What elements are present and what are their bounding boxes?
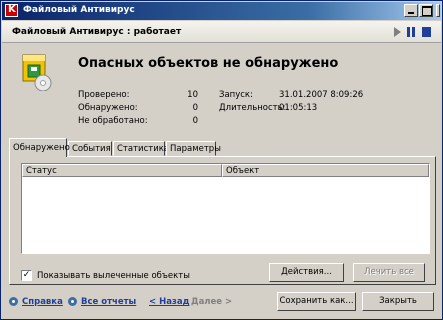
stop-icon[interactable]	[422, 27, 431, 37]
window-title: Файловый Антивирус	[23, 5, 135, 15]
save-as-button[interactable]: Сохранить как...	[277, 292, 356, 311]
start-time-label: Запуск:	[219, 90, 253, 100]
tab-parameters[interactable]: Параметры	[166, 141, 221, 156]
kaspersky-icon: K	[5, 4, 18, 17]
help-link[interactable]: Справка	[22, 297, 63, 307]
stat-unprocessed-label: Не обработано:	[78, 116, 148, 126]
next-link: Далее >	[191, 297, 233, 307]
pause-icon[interactable]	[407, 27, 415, 37]
stat-unprocessed-value: 0	[192, 116, 198, 126]
play-icon[interactable]	[394, 27, 401, 37]
stat-scanned-value: 10	[187, 90, 198, 100]
tab-detected[interactable]: Обнаружено	[9, 138, 70, 157]
stat-detected-value: 0	[192, 103, 198, 113]
file-shield-icon	[22, 54, 52, 91]
actions-button[interactable]: Действия...	[269, 263, 344, 282]
close-window-button[interactable]	[436, 4, 440, 17]
show-cured-label[interactable]: Показывать вылеченные объекты	[37, 271, 190, 281]
detected-objects-list[interactable]: Статус Объект	[21, 163, 430, 254]
task-status-title: Файловый Антивирус : работает	[12, 27, 182, 37]
maximize-button[interactable]	[419, 4, 433, 17]
duration-value: 01:05:13	[279, 103, 318, 113]
all-reports-link[interactable]: Все отчеты	[81, 297, 136, 307]
show-cured-checkbox[interactable]: ✓	[21, 270, 32, 281]
minimize-button[interactable]	[404, 4, 418, 17]
column-header-status[interactable]: Статус	[22, 164, 222, 177]
header-strip: Файловый Антивирус : работает	[2, 21, 441, 43]
help-icon	[9, 297, 18, 306]
duration-label: Длительность:	[219, 103, 286, 113]
tab-events[interactable]: События	[68, 141, 112, 156]
back-link[interactable]: < Назад	[149, 297, 189, 307]
title-bar[interactable]: K Файловый Антивирус	[2, 2, 441, 20]
cure-all-button[interactable]: Лечить все	[353, 263, 425, 282]
stat-scanned-label: Проверено:	[78, 90, 130, 100]
stat-detected-label: Обнаружено:	[78, 103, 138, 113]
close-button[interactable]: Закрыть	[362, 292, 434, 311]
reports-icon	[68, 297, 77, 306]
column-header-object[interactable]: Объект	[222, 164, 429, 177]
detected-tab-panel: Статус Объект ✓ Показывать вылеченные об…	[9, 156, 436, 285]
antivirus-window: K Файловый Антивирус Файловый Антивирус …	[0, 0, 443, 320]
status-message: Опасных объектов не обнаружено	[78, 56, 339, 71]
start-time-value: 31.01.2007 8:09:26	[279, 90, 364, 100]
tab-statistics[interactable]: Статистика	[113, 141, 169, 156]
